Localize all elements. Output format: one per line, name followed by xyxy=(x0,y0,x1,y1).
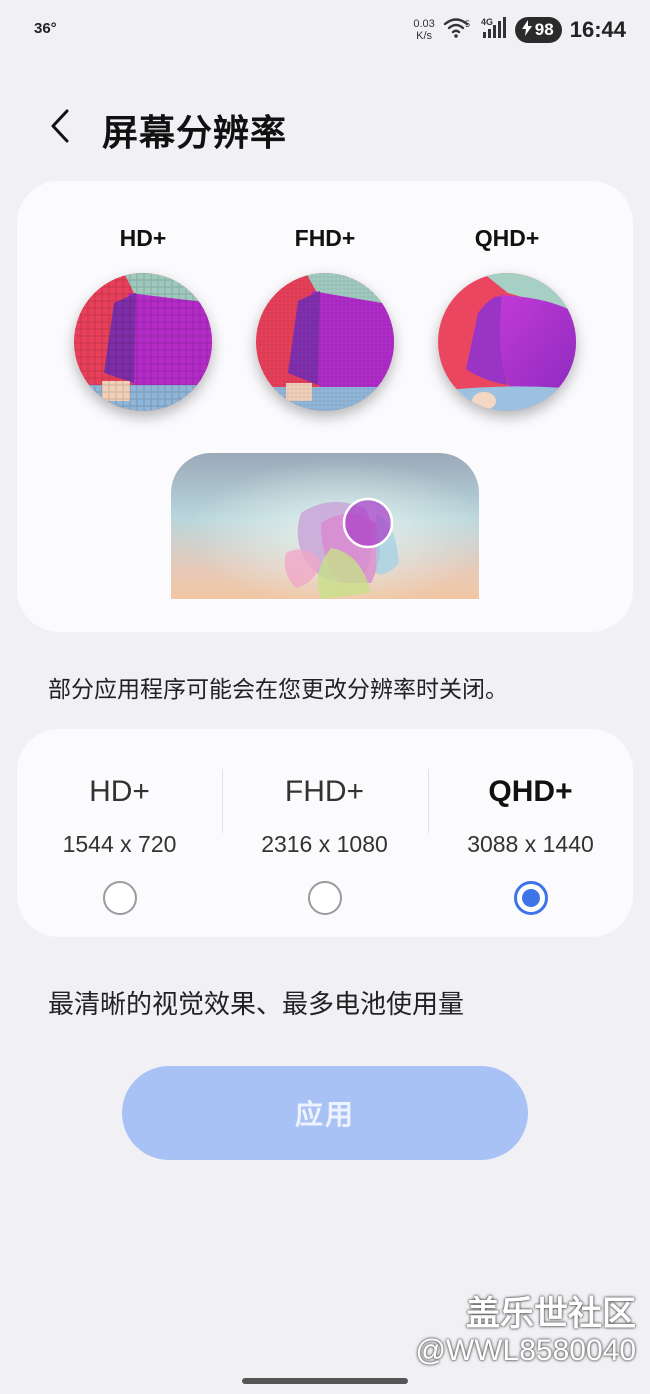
option-qhd[interactable]: QHD+ 3088 x 1440 xyxy=(428,729,633,937)
preview-label-hd: HD+ xyxy=(119,225,167,251)
option-name: FHD+ xyxy=(284,775,365,808)
back-chevron-icon xyxy=(49,109,71,147)
app-close-notice: 部分应用程序可能会在您更改分辨率时关闭。 xyxy=(48,677,508,703)
status-icons: 0.03 K/s 5 4G 98 16:44 xyxy=(413,14,626,46)
network-speed: 0.03 K/s xyxy=(413,18,434,42)
preview-label-fhd: FHD+ xyxy=(294,225,356,251)
network-speed-unit: K/s xyxy=(416,30,433,42)
watermark-community: 盖乐世社区 xyxy=(466,1294,636,1334)
wifi-badge: 5 xyxy=(465,19,470,29)
preview-magnifier-qhd xyxy=(438,273,576,411)
wifi-icon: 5 xyxy=(443,17,473,43)
option-resolution: 2316 x 1080 xyxy=(261,831,388,857)
radio-qhd-selected[interactable] xyxy=(513,881,548,915)
page-title: 屏幕分辨率 xyxy=(102,113,288,154)
preview-magnifier-fhd xyxy=(256,273,394,411)
home-indicator[interactable] xyxy=(242,1378,408,1384)
preview-magnifier-hd xyxy=(74,273,212,411)
resolution-description: 最清晰的视觉效果、最多电池使用量 xyxy=(48,990,465,1020)
battery-indicator: 98 xyxy=(514,17,562,43)
watermark-user: @WWL8580040 xyxy=(415,1334,636,1367)
network-type-label: 4G xyxy=(481,17,493,27)
option-fhd[interactable]: FHD+ 2316 x 1080 xyxy=(222,729,427,937)
option-resolution: 3088 x 1440 xyxy=(467,831,594,857)
preview-label-qhd: QHD+ xyxy=(474,225,540,251)
wallpaper-preview xyxy=(171,453,479,599)
option-name: HD+ xyxy=(89,775,150,808)
network-speed-value: 0.03 xyxy=(413,18,435,30)
header: 屏幕分辨率 xyxy=(0,98,650,158)
option-hd[interactable]: HD+ 1544 x 720 xyxy=(17,729,222,937)
battery-charging-icon xyxy=(521,19,533,41)
battery-level: 98 xyxy=(534,20,554,39)
radio-hd[interactable] xyxy=(102,881,137,915)
temperature-indicator: 36° xyxy=(34,20,57,37)
option-resolution: 1544 x 720 xyxy=(62,831,177,857)
resolution-options-card: HD+ 1544 x 720 FHD+ 2316 x 1080 QHD+ 308… xyxy=(17,729,633,937)
resolution-preview-card: HD+ FHD+ QHD+ xyxy=(17,181,633,632)
apply-button[interactable]: 应用 xyxy=(122,1066,528,1160)
radio-fhd[interactable] xyxy=(307,881,342,915)
status-bar: 36° 0.03 K/s 5 4G 98 16:44 xyxy=(0,0,650,60)
clock: 16:44 xyxy=(569,17,626,42)
back-button[interactable] xyxy=(40,106,80,150)
option-name: QHD+ xyxy=(488,775,573,808)
signal-icon: 4G xyxy=(481,16,507,44)
